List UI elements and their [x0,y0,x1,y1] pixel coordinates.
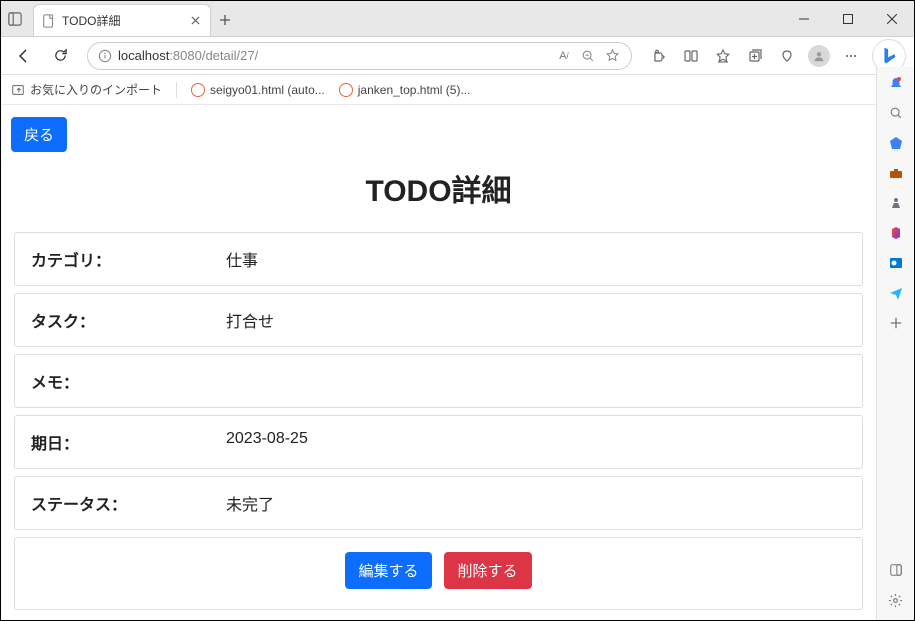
sidebar-send-icon[interactable] [886,283,906,303]
window-minimize-button[interactable] [782,1,826,37]
bookmark-item-seigyo01[interactable]: seigyo01.html (auto... [191,83,325,97]
url-text: localhost:8080/detail/27/ [118,48,549,63]
sidebar-games-icon[interactable] [886,193,906,213]
more-menu-icon[interactable] [836,41,866,71]
detail-value [226,369,846,393]
detail-value: 仕事 [226,247,846,271]
bookmark-separator [176,82,177,98]
detail-row-memo: メモ： [14,354,863,408]
url-input[interactable]: localhost:8080/detail/27/ A𝘪 [87,42,632,70]
detail-label: 期日： [31,430,226,454]
tab-close-icon[interactable] [188,14,202,28]
bookmarks-bar: お気に入りのインポート seigyo01.html (auto... janke… [1,75,914,105]
sidebar-notification-icon[interactable] [886,73,906,93]
detail-value: 未完了 [226,491,846,515]
delete-button[interactable]: 削除する [444,552,532,589]
browser-essentials-icon[interactable] [772,41,802,71]
window-close-button[interactable] [870,1,914,37]
page-title: TODO詳細 [11,166,866,210]
sidebar-outlook-icon[interactable] [886,253,906,273]
sidebar-add-icon[interactable] [886,313,906,333]
detail-row-status: ステータス： 未完了 [14,476,863,530]
window-controls [782,1,914,36]
split-screen-icon[interactable] [676,41,706,71]
page-viewport: 戻る TODO詳細 カテゴリ： 仕事 タスク： 打合せ メモ： 期日： 2023… [1,105,876,620]
window-maximize-button[interactable] [826,1,870,37]
read-aloud-icon[interactable]: A𝘪 [555,47,573,65]
detail-row-category: カテゴリ： 仕事 [14,232,863,286]
collections-icon[interactable] [740,41,770,71]
favorite-star-icon[interactable] [603,47,621,65]
bookmark-import-favorites[interactable]: お気に入りのインポート [11,81,162,98]
detail-value: 2023-08-25 [226,430,846,454]
profile-avatar[interactable] [804,41,834,71]
sidebar-toggle-icon[interactable] [886,560,906,580]
tab-strip: TODO詳細 [29,1,782,36]
sidebar-settings-icon[interactable] [886,590,906,610]
tab-title: TODO詳細 [62,12,182,29]
edge-sidebar [876,67,914,620]
toolbar-icons [644,39,906,73]
sidebar-tools-icon[interactable] [886,163,906,183]
browser-tab-active[interactable]: TODO詳細 [33,4,211,36]
detail-label: メモ： [31,369,226,393]
bookmark-favicon [339,83,353,97]
tab-actions-icon[interactable] [1,1,29,37]
detail-row-date: 期日： 2023-08-25 [14,415,863,469]
detail-list: カテゴリ： 仕事 タスク： 打合せ メモ： 期日： 2023-08-25 ステー… [11,232,866,610]
zoom-icon[interactable] [579,47,597,65]
site-info-icon[interactable] [98,49,112,63]
back-button[interactable]: 戻る [11,117,67,152]
detail-row-task: タスク： 打合せ [14,293,863,347]
url-actions: A𝘪 [555,47,621,65]
detail-label: タスク： [31,308,226,332]
extensions-icon[interactable] [644,41,674,71]
detail-label: ステータス： [31,491,226,515]
address-bar: localhost:8080/detail/27/ A𝘪 [1,37,914,75]
browser-titlebar: TODO詳細 [1,1,914,37]
sidebar-shopping-icon[interactable] [886,133,906,153]
sidebar-office-icon[interactable] [886,223,906,243]
edit-button[interactable]: 編集する [345,552,431,589]
favorites-icon[interactable] [708,41,738,71]
sidebar-search-icon[interactable] [886,103,906,123]
bookmark-item-janken[interactable]: janken_top.html (5)... [339,83,471,97]
nav-back-button[interactable] [9,41,39,71]
detail-label: カテゴリ： [31,247,226,271]
action-buttons: 編集する 削除する [14,537,863,610]
nav-refresh-button[interactable] [45,41,75,71]
page-body: 戻る TODO詳細 カテゴリ： 仕事 タスク： 打合せ メモ： 期日： 2023… [1,105,876,620]
page-favicon [42,14,56,28]
detail-value: 打合せ [226,308,846,332]
bookmark-favicon [191,83,205,97]
new-tab-button[interactable] [211,4,239,36]
